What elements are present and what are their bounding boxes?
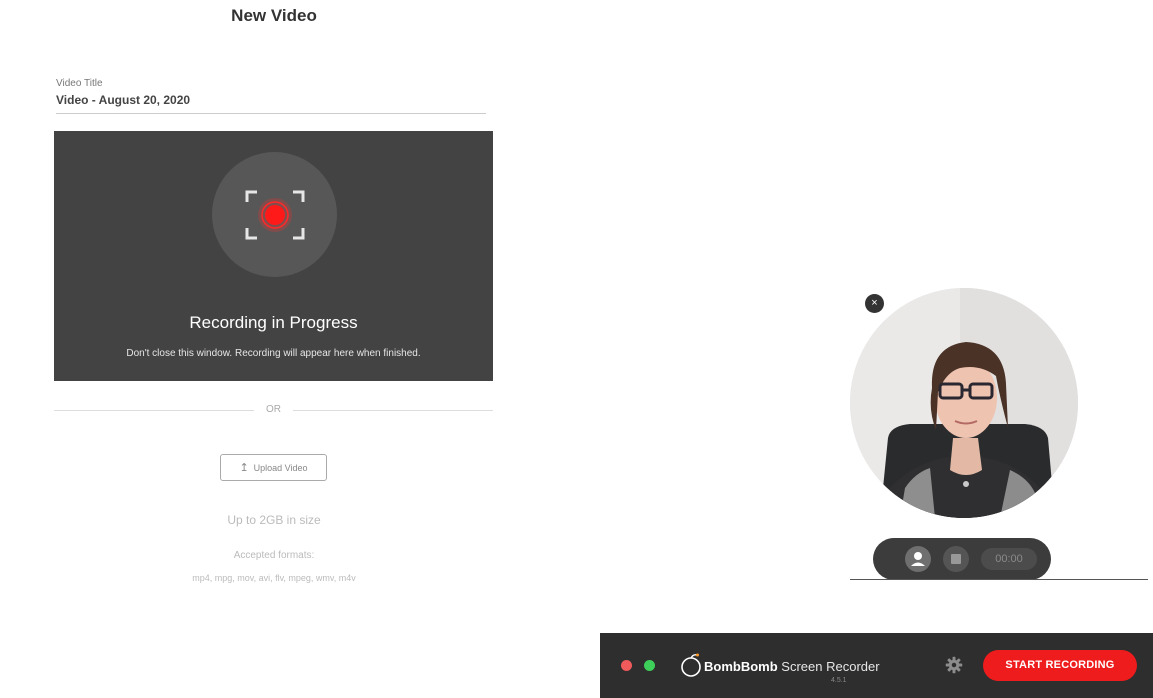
webcam-baseline (850, 579, 1148, 580)
close-webcam-button[interactable]: × (865, 294, 884, 313)
recorder-brand: BombBomb Screen Recorder (704, 659, 880, 674)
brand-product: Screen Recorder (781, 659, 880, 674)
recording-heading: Recording in Progress (189, 313, 358, 332)
record-target-icon (245, 190, 305, 240)
gear-icon[interactable] (945, 656, 963, 674)
person-icon (911, 552, 925, 566)
webcam-preview[interactable] (850, 288, 1078, 518)
accepted-formats-list: mp4, mpg, mov, avi, flv, mpeg, wmv, m4v (192, 573, 356, 583)
close-window-button[interactable] (621, 660, 632, 671)
video-title-input[interactable]: Video - August 20, 2020 (56, 93, 486, 107)
webcam-person-image (850, 288, 1078, 518)
or-divider: OR (54, 402, 493, 418)
screen-recorder-bar: BombBomb Screen Recorder 4.5.1 START REC… (600, 633, 1153, 698)
divider-line-right (293, 410, 493, 411)
video-title-field[interactable]: Video Title Video - August 20, 2020 (56, 78, 486, 114)
video-title-label: Video Title (56, 78, 103, 89)
upload-size-note: Up to 2GB in size (227, 513, 321, 527)
recording-panel: Recording in Progress Don't close this w… (54, 131, 493, 381)
stop-icon (951, 554, 961, 564)
upload-arrow-icon: ↥ (239, 462, 249, 474)
camera-toggle-button[interactable] (905, 546, 931, 572)
recording-message: Don't close this window. Recording will … (126, 348, 421, 359)
accepted-formats-label: Accepted formats: (233, 550, 315, 561)
bombbomb-logo-icon (681, 653, 701, 677)
upload-video-button[interactable]: ↥ Upload Video (220, 454, 327, 481)
webcam-controls: 00:00 (873, 538, 1051, 580)
recording-timer: 00:00 (981, 548, 1037, 570)
recording-indicator (212, 152, 337, 277)
stop-button[interactable] (943, 546, 969, 572)
app-version: 4.5.1 (831, 677, 847, 684)
start-recording-button[interactable]: START RECORDING (983, 650, 1137, 681)
upload-video-label: Upload Video (253, 462, 308, 473)
close-icon: × (871, 297, 878, 309)
brand-name: BombBomb (704, 659, 778, 674)
maximize-window-button[interactable] (644, 660, 655, 671)
page-title: New Video (231, 6, 317, 25)
